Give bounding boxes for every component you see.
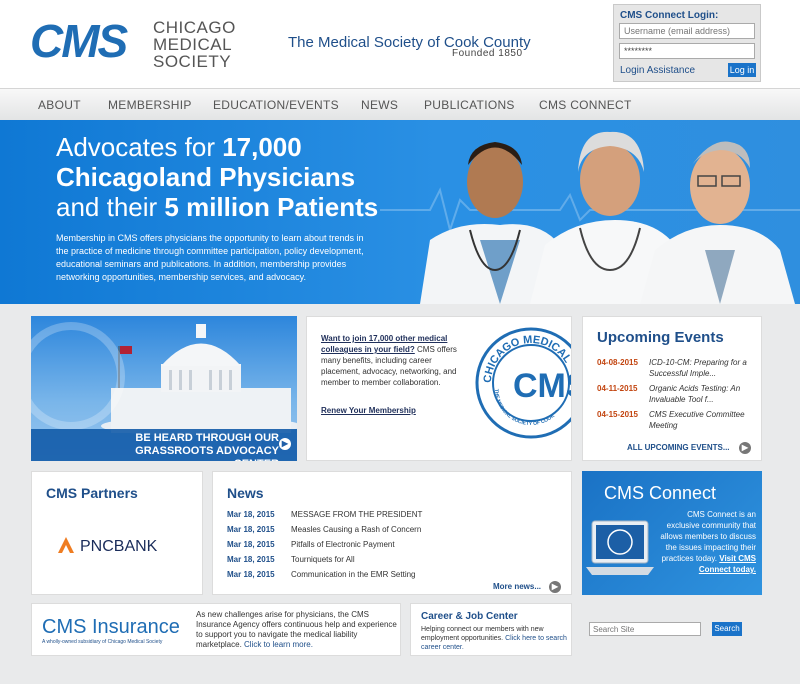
event-date: 04-08-2015 bbox=[597, 358, 638, 367]
partners-title: CMS Partners bbox=[46, 485, 138, 501]
upcoming-events-card: Upcoming Events 04-08-2015 ICD-10-CM: Pr… bbox=[582, 316, 762, 461]
pnc-bank-logo[interactable]: PNCBANK bbox=[80, 538, 157, 556]
news-headline-link[interactable]: Pitfalls of Electronic Payment bbox=[291, 540, 395, 549]
arrow-right-icon: ▶ bbox=[279, 438, 291, 450]
advocacy-banner-text: BE HEARD THROUGH OUR GRASSROOTS ADVOCACY… bbox=[135, 432, 279, 461]
renew-membership-link[interactable]: Renew Your Membership bbox=[321, 406, 416, 415]
more-news-link[interactable]: More news... bbox=[493, 582, 541, 591]
career-title[interactable]: Career & Job Center bbox=[421, 611, 518, 622]
hero-heading-line1-text: Advocates for bbox=[56, 132, 223, 162]
founded-text: Founded 1850 bbox=[452, 48, 523, 59]
login-panel: CMS Connect Login: Login Assistance Log … bbox=[613, 4, 761, 82]
news-date: Mar 18, 2015 bbox=[227, 525, 275, 534]
connect-title: CMS Connect bbox=[604, 483, 717, 503]
insurance-subtitle: A wholly-owned subsidiary of Chicago Med… bbox=[42, 639, 163, 645]
news-headline-link[interactable]: Measles Causing a Rash of Concern bbox=[291, 525, 421, 534]
connect-description: CMS Connect is an exclusive community th… bbox=[652, 509, 756, 575]
news-title: News bbox=[227, 485, 264, 501]
login-button[interactable]: Log in bbox=[728, 63, 756, 77]
event-link[interactable]: Organic Acids Testing: An Invaluable Too… bbox=[649, 383, 759, 405]
insurance-card: CMS Insurance A wholly-owned subsidiary … bbox=[31, 603, 401, 656]
doctors-image bbox=[420, 131, 795, 304]
login-assistance-link[interactable]: Login Assistance bbox=[620, 65, 695, 76]
search-button[interactable]: Search bbox=[712, 622, 742, 636]
hero-heading-number: 17,000 bbox=[222, 132, 302, 162]
main-nav: ABOUT MEMBERSHIP EDUCATION/EVENTS NEWS P… bbox=[0, 88, 800, 120]
nav-about[interactable]: ABOUT bbox=[38, 98, 81, 112]
nav-news[interactable]: NEWS bbox=[361, 98, 398, 112]
arrow-right-icon: ▶ bbox=[549, 581, 561, 593]
arrow-right-icon: ▶ bbox=[739, 442, 751, 454]
news-date: Mar 18, 2015 bbox=[227, 510, 275, 519]
hero-heading-line3: and their 5 million Patients bbox=[56, 192, 378, 223]
news-headline-link[interactable]: Tourniquets for All bbox=[291, 555, 355, 564]
career-card: Career & Job Center Helping connect our … bbox=[410, 603, 572, 656]
hero-heading-line2: Chicagoland Physicians bbox=[56, 162, 356, 192]
join-text: Want to join 17,000 other medical collea… bbox=[321, 333, 467, 388]
news-date: Mar 18, 2015 bbox=[227, 555, 275, 564]
username-input[interactable] bbox=[619, 23, 755, 39]
nav-cms-connect[interactable]: CMS CONNECT bbox=[539, 98, 632, 112]
event-link[interactable]: ICD-10-CM: Preparing for a Successful Im… bbox=[649, 357, 759, 379]
laptop-icon bbox=[586, 520, 654, 575]
event-date: 04-11-2015 bbox=[597, 384, 638, 393]
events-title: Upcoming Events bbox=[597, 329, 724, 346]
news-date: Mar 18, 2015 bbox=[227, 570, 275, 579]
logo-text: CHICAGO MEDICAL SOCIETY bbox=[153, 18, 236, 71]
hero-description: Membership in CMS offers physicians the … bbox=[56, 233, 364, 282]
cms-seal-icon: CHICAGO MEDICAL THE MEDICAL SOCIETY OF C… bbox=[475, 327, 572, 439]
join-card: Want to join 17,000 other medical collea… bbox=[306, 316, 572, 461]
login-title: CMS Connect Login: bbox=[620, 10, 719, 21]
password-input[interactable] bbox=[619, 43, 755, 59]
nav-publications[interactable]: PUBLICATIONS bbox=[424, 98, 515, 112]
seal-center-mark: CMS bbox=[513, 367, 572, 405]
hero-heading-patients: 5 million Patients bbox=[164, 192, 379, 222]
all-events-link[interactable]: ALL UPCOMING EVENTS... bbox=[627, 443, 730, 452]
news-date: Mar 18, 2015 bbox=[227, 540, 275, 549]
advocacy-center-card[interactable]: BE HEARD THROUGH OUR GRASSROOTS ADVOCACY… bbox=[31, 316, 297, 461]
partners-card: CMS Partners PNCBANK bbox=[31, 471, 203, 595]
news-card: News Mar 18, 2015 MESSAGE FROM THE PRESI… bbox=[212, 471, 572, 595]
news-headline-link[interactable]: Communication in the EMR Setting bbox=[291, 570, 416, 579]
nav-education-events[interactable]: EDUCATION/EVENTS bbox=[213, 98, 339, 112]
news-headline-link[interactable]: MESSAGE FROM THE PRESIDENT bbox=[291, 510, 422, 519]
cms-connect-card[interactable]: CMS Connect CMS Connect is an exclusive … bbox=[582, 471, 762, 595]
insurance-description: As new challenges arise for physicians, … bbox=[196, 610, 398, 650]
cms-logo[interactable]: CMS bbox=[30, 14, 128, 68]
hero-heading-line1: Advocates for 17,000 bbox=[56, 132, 302, 163]
pnc-triangle-icon bbox=[58, 537, 74, 553]
search-input[interactable] bbox=[589, 622, 701, 636]
event-date: 04-15-2015 bbox=[597, 410, 638, 419]
career-description: Helping connect our members with new emp… bbox=[421, 625, 569, 652]
nav-membership[interactable]: MEMBERSHIP bbox=[108, 98, 192, 112]
event-link[interactable]: CMS Executive Committee Meeting bbox=[649, 409, 759, 431]
hero-banner: Advocates for 17,000 Chicagoland Physici… bbox=[0, 120, 800, 304]
hero-heading-line3-text: and their bbox=[56, 192, 165, 222]
insurance-learn-more-link[interactable]: Click to learn more. bbox=[244, 640, 313, 649]
cms-insurance-logo[interactable]: CMS Insurance bbox=[42, 616, 180, 639]
